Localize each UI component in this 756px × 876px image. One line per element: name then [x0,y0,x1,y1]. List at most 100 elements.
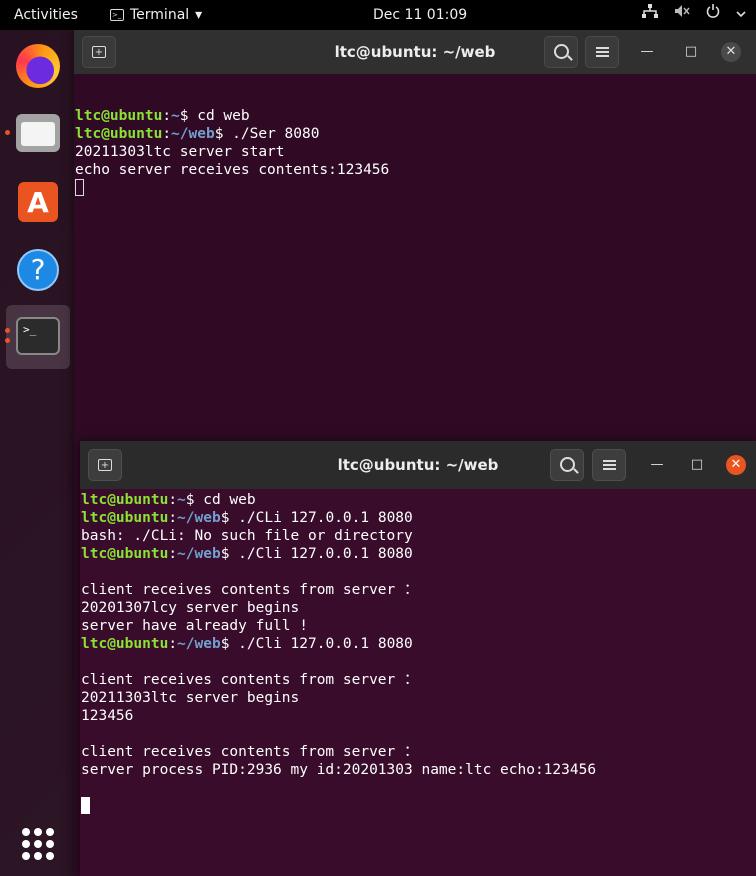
terminal-text: $ cd web [185,492,256,508]
new-tab-button[interactable]: + [82,36,116,68]
terminal-icon: >_ [110,9,124,21]
close-button[interactable]: ✕ [726,455,746,475]
minimize-button[interactable]: — [647,455,667,475]
terminal-line: ltc@ubuntu:~/web$ ./Cli 127.0.0.1 8080 [81,635,756,653]
prompt-user: ltc@ubuntu [81,510,169,526]
prompt-user: ltc@ubuntu [81,546,169,562]
terminal-line [75,179,756,197]
terminal-text: : [168,510,178,526]
prompt-user: ltc@ubuntu [75,108,163,124]
terminal-text: server process PID:2936 my id:20201303 n… [81,762,597,778]
close-button[interactable]: ✕ [721,42,741,62]
terminal-line: client receives contents from server ： [81,671,756,689]
maximize-button[interactable]: □ [687,455,707,475]
running-indicator [5,130,10,135]
terminal-text: : [168,492,178,508]
search-button[interactable] [544,36,578,68]
terminal-text: $ cd web [179,108,250,124]
terminal-text: : [168,546,178,562]
volume-muted-icon [674,0,690,30]
terminal-line: 20211303ltc server start [75,143,756,161]
search-icon [554,44,569,59]
text-cursor [81,797,90,814]
new-tab-button[interactable]: + [88,449,122,481]
chevron-down-icon: ▾ [195,7,203,23]
software-store-icon[interactable]: A [14,178,62,226]
terminal-line: 20211303ltc server begins [81,689,756,707]
terminal-line: ltc@ubuntu:~/web$ ./CLi 127.0.0.1 8080 [81,509,756,527]
terminal-text: 123456 [81,708,134,724]
terminal-text: $ ./CLi 127.0.0.1 8080 [220,510,413,526]
terminal-text: 20211303ltc server start [75,144,285,160]
terminal-line: ltc@ubuntu:~$ cd web [75,107,756,125]
text-cursor [75,179,84,196]
terminal-icon[interactable]: >_ [14,313,62,361]
terminal-line: ltc@ubuntu:~$ cd web [81,491,756,509]
terminal-text: echo server receives contents:123456 [75,162,390,178]
terminal-line [81,797,756,815]
search-icon [560,457,575,472]
chevron-down-icon [736,0,746,30]
new-tab-icon: + [92,46,106,58]
prompt-path: ~/web [177,510,221,526]
maximize-button[interactable]: □ [681,42,701,62]
new-tab-icon: + [98,459,112,471]
prompt-path: ~ [171,108,180,124]
help-icon[interactable]: ? [14,246,62,294]
title-bar[interactable]: + ltc@ubuntu: ~/web — □ ✕ [80,441,756,489]
terminal-text: server have already full ! [81,618,308,634]
terminal-text: client receives contents from server ： [81,672,419,688]
clock[interactable]: Dec 11 01:09 [373,0,467,30]
terminal-line: ltc@ubuntu:~/web$ ./Cli 127.0.0.1 8080 [81,545,756,563]
terminal-line: server have already full ! [81,617,756,635]
terminal-text: : [168,636,178,652]
menu-button[interactable] [585,36,619,68]
terminal-text: $ ./Cli 127.0.0.1 8080 [220,636,413,652]
dock: A ? >_ [0,30,74,876]
menu-button[interactable] [592,449,626,481]
prompt-path: ~/web [177,636,221,652]
app-menu-label: Terminal [130,7,190,23]
minimize-button[interactable]: — [637,42,657,62]
terminal-text: : [162,126,172,142]
terminal-text: bash: ./CLi: No such file or directory [81,528,413,544]
show-applications-icon[interactable] [22,828,54,860]
terminal-text: client receives contents from server ： [81,744,419,760]
firefox-icon[interactable] [14,42,62,90]
terminal-line: 20201307lcy server begins [81,599,756,617]
files-icon[interactable] [14,108,62,156]
network-icon [642,0,658,30]
prompt-user: ltc@ubuntu [81,492,169,508]
system-tray[interactable] [642,0,746,30]
terminal-window-client[interactable]: + ltc@ubuntu: ~/web — □ ✕ ltc@ubuntu:~$ … [80,441,756,876]
terminal-line: server process PID:2936 my id:20201303 n… [81,761,756,779]
prompt-user: ltc@ubuntu [81,636,169,652]
hamburger-menu-icon [603,460,616,462]
terminal-line: client receives contents from server ： [81,743,756,761]
activities-button[interactable]: Activities [14,0,78,30]
terminal-line: client receives contents from server ： [81,581,756,599]
top-bar: Activities >_ Terminal ▾ Dec 11 01:09 [0,0,756,30]
terminal-text: : [162,108,172,124]
terminal-text: client receives contents from server ： [81,582,419,598]
running-indicator [5,338,10,343]
running-indicator [5,328,10,333]
terminal-line: 123456 [81,707,756,725]
terminal-text: 20211303ltc server begins [81,690,300,706]
power-icon [706,0,720,30]
search-button[interactable] [550,449,584,481]
prompt-path: ~/web [177,546,221,562]
prompt-path: ~/web [171,126,215,142]
terminal-line: bash: ./CLi: No such file or directory [81,527,756,545]
app-menu-button[interactable]: >_ Terminal ▾ [110,0,202,30]
prompt-path: ~ [177,492,186,508]
hamburger-menu-icon [596,47,609,49]
title-bar[interactable]: + ltc@ubuntu: ~/web — □ ✕ [74,30,756,74]
terminal-line: echo server receives contents:123456 [75,161,756,179]
terminal-output[interactable]: ltc@ubuntu:~$ cd web ltc@ubuntu:~/web$ ./… [80,489,756,876]
terminal-line: ltc@ubuntu:~/web$ ./Ser 8080 [75,125,756,143]
